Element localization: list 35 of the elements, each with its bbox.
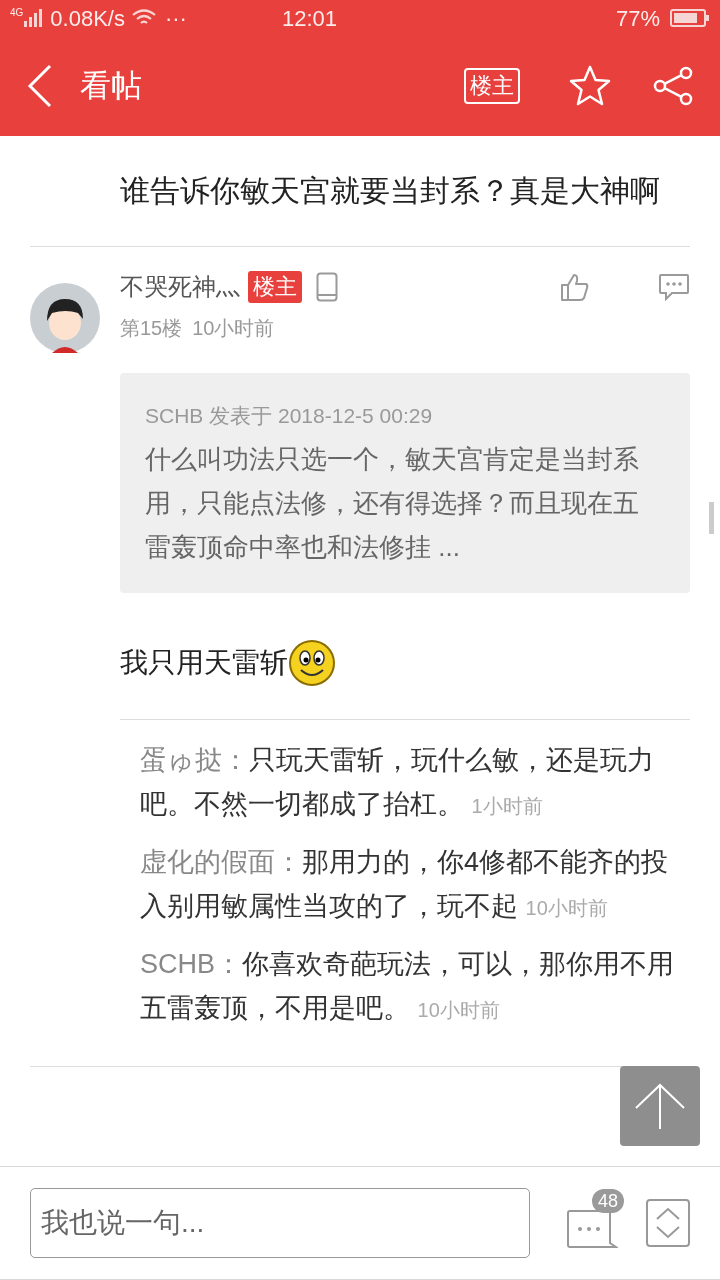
comment-input[interactable]: 我也说一句... (30, 1188, 530, 1258)
scrollbar (709, 502, 714, 534)
post-text: 谁告诉你敏天宫就要当封系？真是大神啊 (120, 173, 661, 209)
page-title: 看帖 (80, 66, 142, 105)
network-speed: 0.08K/s (50, 4, 125, 33)
network-type: 4G (10, 5, 24, 20)
chevrons-icon (655, 1205, 681, 1241)
smiley-emoji-icon (288, 639, 336, 687)
avatar (30, 283, 100, 353)
page-nav-button[interactable] (646, 1199, 690, 1247)
floor-number: 第15楼 (120, 316, 183, 341)
comment-bubble-icon (566, 1209, 618, 1249)
comment-icon[interactable] (658, 273, 690, 301)
op-only-button[interactable]: 楼主 (464, 68, 520, 104)
comment-text: SCHB：你喜欢奇葩玩法，可以，那你用不用五雷轰顶，不用是吧。 10小时前 (140, 948, 675, 1025)
like-icon[interactable] (560, 272, 590, 302)
more-indicator: ··· (164, 4, 187, 33)
quote-meta: SCHB 发表于 2018-12-5 00:29 (145, 403, 434, 429)
signal-icon (24, 9, 45, 27)
comment-count-badge: 48 (592, 1189, 625, 1213)
share-icon[interactable] (652, 66, 694, 106)
phone-icon (316, 272, 338, 302)
quote-text: 什么叫功法只选一个，敏天宫肯定是当封系用，只能点法修，还有得选择？而且现在五雷轰顶命中率也和法修挂 ... (145, 443, 640, 564)
clock: 12:01 (281, 4, 337, 33)
op-badge: 楼主 (248, 271, 302, 303)
star-icon[interactable] (568, 65, 612, 107)
comment-text: 虚化的假面：那用力的，你4修都不能齐的投入别用敏属性当攻的了，玩不起 10小时前 (140, 846, 670, 923)
battery-percent: 77% (615, 4, 660, 33)
scroll-top-button[interactable] (620, 1066, 700, 1146)
author-name[interactable]: 不哭死神灬 (120, 269, 240, 305)
arrow-up-icon (634, 1082, 686, 1130)
battery-icon (670, 8, 710, 28)
comment-text: 蛋ゅ挞：只玩天雷斩，玩什么敏，还是玩力吧。不然一切都成了抬杠。 1小时前 (140, 744, 655, 821)
reply-body: 我只用天雷斩 (120, 646, 288, 680)
post-time: 10小时前 (192, 316, 275, 341)
